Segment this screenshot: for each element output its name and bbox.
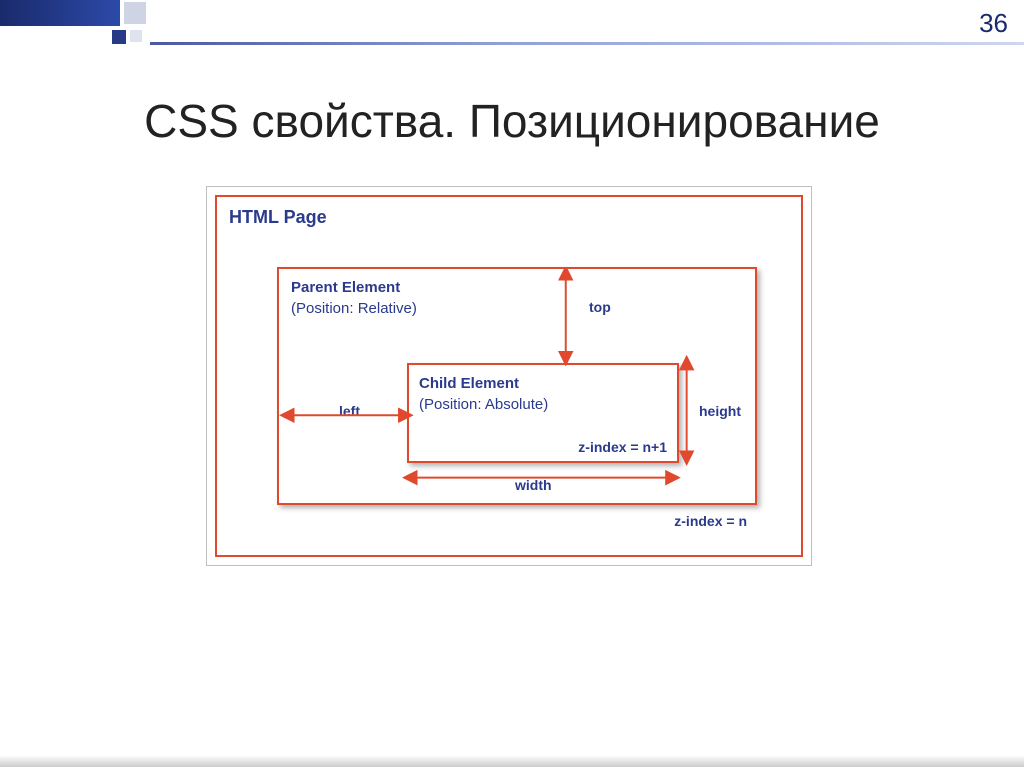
dim-left-label: left (339, 403, 360, 419)
slide-corner-decor (0, 0, 160, 48)
html-page-label: HTML Page (229, 207, 789, 228)
child-element-box: Child Element (Position: Absolute) z-ind… (407, 363, 679, 463)
parent-element-box: Parent Element (Position: Relative) Chil… (277, 267, 757, 505)
child-subtitle: (Position: Absolute) (419, 396, 548, 413)
dim-width-label: width (515, 477, 552, 493)
child-zindex: z-index = n+1 (578, 439, 667, 455)
bottom-shadow (0, 755, 1024, 767)
dim-height-label: height (699, 403, 741, 419)
parent-element-label: Parent Element (Position: Relative) (291, 277, 417, 319)
diagram-frame: HTML Page Parent Element (Position: Rela… (206, 186, 812, 566)
slide-title: CSS свойства. Позиционирование (0, 94, 1024, 148)
parent-subtitle: (Position: Relative) (291, 300, 417, 317)
parent-zindex: z-index = n (674, 513, 747, 529)
dim-top-label: top (589, 299, 611, 315)
child-element-label: Child Element (Position: Absolute) (419, 373, 667, 415)
slide-divider (150, 42, 1024, 45)
child-title: Child Element (419, 375, 519, 392)
parent-title: Parent Element (291, 279, 400, 296)
html-page-box: HTML Page Parent Element (Position: Rela… (215, 195, 803, 557)
slide-number: 36 (979, 8, 1008, 39)
